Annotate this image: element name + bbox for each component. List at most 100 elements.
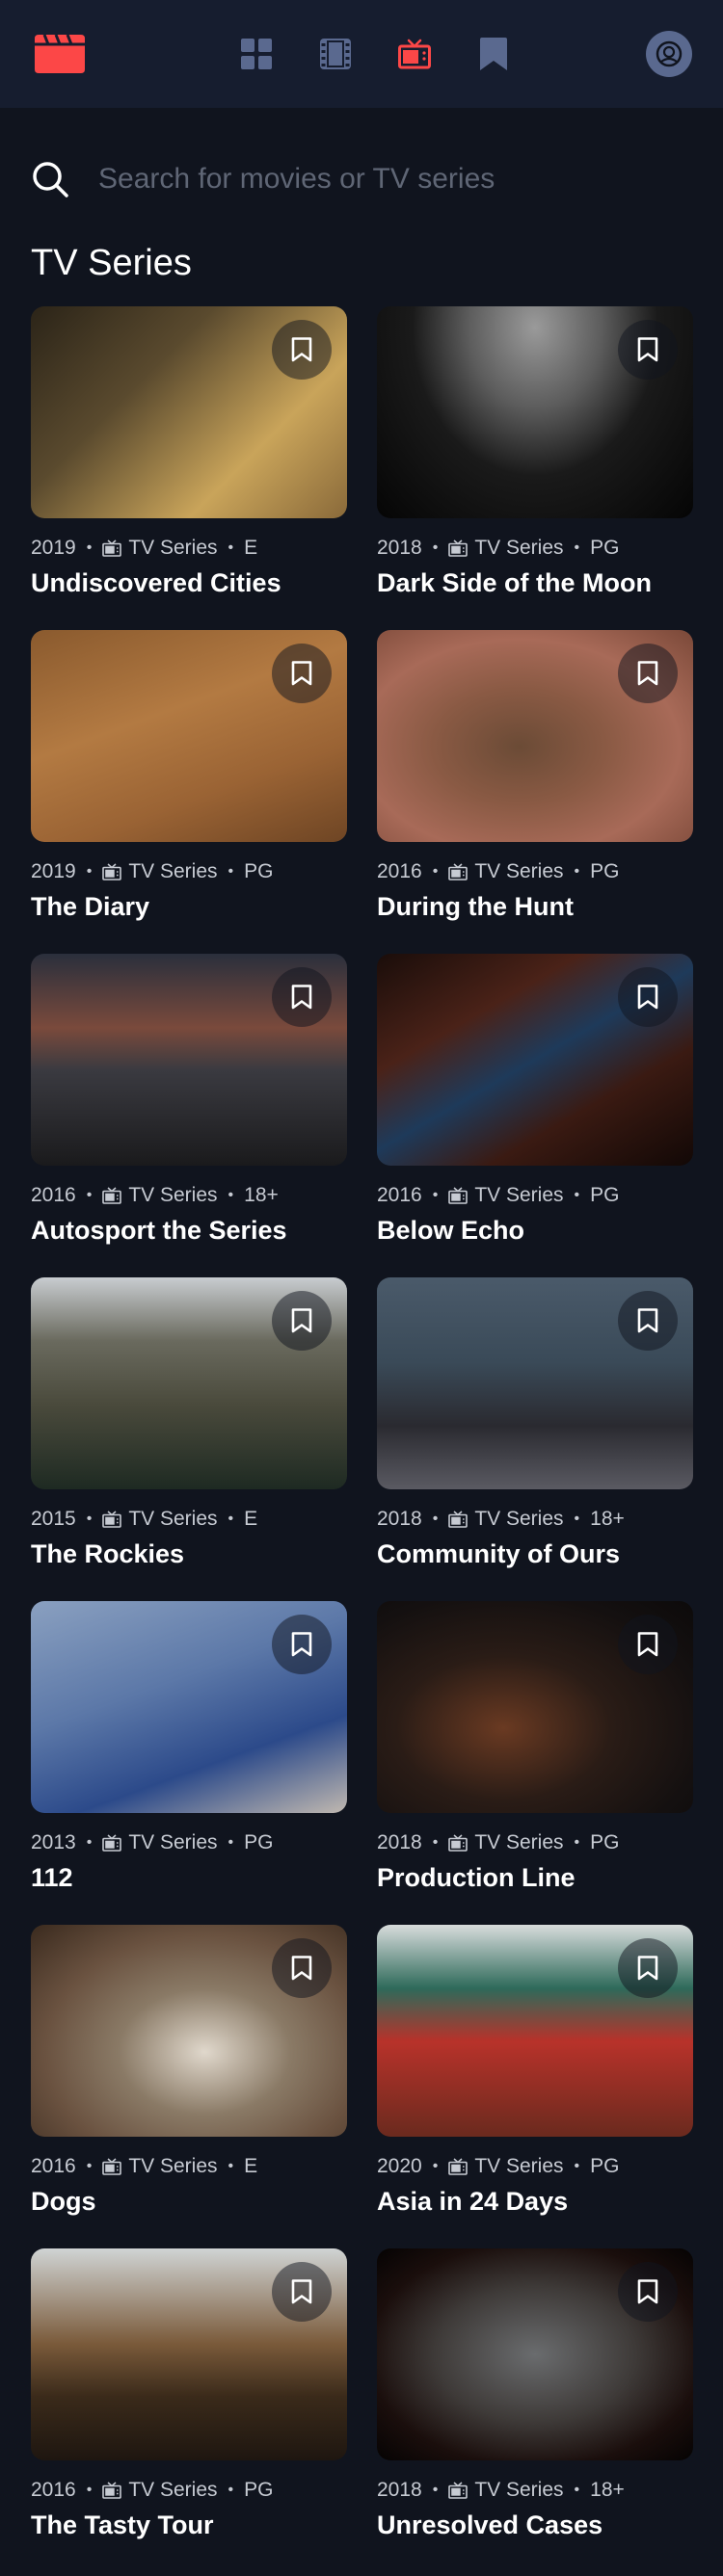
tv-category-icon	[448, 2482, 469, 2499]
bookmark-button[interactable]	[272, 644, 332, 703]
media-thumbnail[interactable]	[377, 630, 693, 842]
nav-tv-series[interactable]	[398, 38, 431, 70]
media-title[interactable]: Community of Ours	[377, 1539, 693, 1569]
bookmark-outline-icon	[291, 337, 312, 362]
media-title[interactable]: Production Line	[377, 1863, 693, 1893]
media-title[interactable]: Asia in 24 Days	[377, 2187, 693, 2217]
media-card: 2018 • TV Series • PG Dark Side of the M…	[377, 306, 693, 630]
media-title[interactable]: Dogs	[31, 2187, 347, 2217]
tv-category-icon	[102, 863, 122, 881]
tv-series-grid: 2019 • TV Series • E Undiscovered Cities	[0, 306, 723, 2572]
media-rating: PG	[244, 2479, 274, 2501]
separator-dot: •	[228, 2482, 234, 2498]
separator-dot: •	[574, 863, 580, 880]
bookmark-button[interactable]	[618, 1938, 678, 1998]
media-meta: 2016 • TV Series • PG	[31, 2478, 347, 2503]
separator-dot: •	[228, 1187, 234, 1203]
media-card: 2016 • TV Series • PG The Tasty Tour	[31, 2248, 347, 2572]
media-thumbnail[interactable]	[31, 1601, 347, 1813]
media-card: 2018 • TV Series • 18+ Community of Ours	[377, 1277, 693, 1601]
media-card: 2015 • TV Series • E The Rockies	[31, 1277, 347, 1601]
media-thumbnail[interactable]	[377, 306, 693, 518]
media-title[interactable]: Below Echo	[377, 1216, 693, 1246]
bookmark-button[interactable]	[272, 1615, 332, 1674]
nav-movies[interactable]	[319, 38, 352, 70]
media-card: 2020 • TV Series • PG Asia in 24 Days	[377, 1925, 693, 2248]
user-avatar-icon	[656, 40, 683, 67]
media-year: 2016	[377, 1184, 422, 1206]
media-meta: 2016 • TV Series • E	[31, 2154, 347, 2179]
media-thumbnail[interactable]	[377, 2248, 693, 2460]
media-title[interactable]: The Rockies	[31, 1539, 347, 1569]
search-icon	[33, 162, 68, 197]
media-title[interactable]: Undiscovered Cities	[31, 568, 347, 598]
separator-dot: •	[432, 863, 439, 880]
media-thumbnail[interactable]	[31, 954, 347, 1166]
media-category: TV Series	[474, 1508, 564, 1530]
media-title[interactable]: The Tasty Tour	[31, 2510, 347, 2540]
media-thumbnail[interactable]	[31, 1925, 347, 2137]
media-rating: PG	[244, 1831, 274, 1853]
media-card: 2018 • TV Series • PG Production Line	[377, 1601, 693, 1925]
bookmark-button[interactable]	[272, 967, 332, 1027]
tv-category-icon	[102, 2482, 122, 2499]
media-thumbnail[interactable]	[377, 1925, 693, 2137]
bookmark-button[interactable]	[618, 1291, 678, 1351]
tv-category-icon	[102, 1511, 122, 1528]
media-thumbnail[interactable]	[377, 1601, 693, 1813]
media-rating: E	[244, 537, 258, 559]
bookmark-outline-icon	[637, 661, 658, 686]
media-meta: 2018 • TV Series • PG	[377, 1830, 693, 1855]
media-title[interactable]: The Diary	[31, 892, 347, 922]
media-rating: PG	[590, 1831, 620, 1853]
tv-category-icon	[102, 539, 122, 557]
bookmark-button[interactable]	[618, 644, 678, 703]
bookmark-outline-icon	[291, 1308, 312, 1333]
media-title[interactable]: Unresolved Cases	[377, 2510, 693, 2540]
bookmark-button[interactable]	[618, 1615, 678, 1674]
media-category: TV Series	[474, 1184, 564, 1206]
top-navigation-bar	[0, 0, 723, 108]
media-title[interactable]: Dark Side of the Moon	[377, 568, 693, 598]
user-avatar[interactable]	[646, 31, 692, 77]
tv-category-icon	[102, 1187, 122, 1204]
separator-dot: •	[228, 1511, 234, 1527]
film-icon	[320, 39, 351, 69]
media-year: 2015	[31, 1508, 76, 1530]
media-thumbnail[interactable]	[31, 630, 347, 842]
media-thumbnail[interactable]	[31, 306, 347, 518]
bookmark-button[interactable]	[618, 2262, 678, 2322]
media-rating: E	[244, 2155, 258, 2177]
media-thumbnail[interactable]	[377, 1277, 693, 1489]
separator-dot: •	[432, 1511, 439, 1527]
separator-dot: •	[86, 1834, 93, 1851]
bookmark-outline-icon	[291, 985, 312, 1010]
separator-dot: •	[574, 2158, 580, 2174]
separator-dot: •	[432, 2482, 439, 2498]
bookmark-button[interactable]	[618, 320, 678, 380]
media-category: TV Series	[128, 537, 218, 559]
media-title[interactable]: Autosport the Series	[31, 1216, 347, 1246]
media-title[interactable]: 112	[31, 1863, 347, 1893]
bookmark-button[interactable]	[272, 1938, 332, 1998]
movie-clapperboard-icon[interactable]	[35, 35, 85, 73]
media-category: TV Series	[128, 1831, 218, 1853]
media-category: TV Series	[128, 1184, 218, 1206]
bookmark-icon	[480, 38, 507, 70]
media-category: TV Series	[128, 1508, 218, 1530]
bookmark-button[interactable]	[272, 320, 332, 380]
search-input[interactable]	[98, 163, 692, 196]
bookmark-button[interactable]	[272, 1291, 332, 1351]
bookmark-button[interactable]	[272, 2262, 332, 2322]
media-thumbnail[interactable]	[377, 954, 693, 1166]
search-bar	[0, 145, 723, 214]
bookmark-button[interactable]	[618, 967, 678, 1027]
separator-dot: •	[574, 1187, 580, 1203]
nav-bookmarked[interactable]	[477, 38, 510, 70]
media-thumbnail[interactable]	[31, 1277, 347, 1489]
nav-home[interactable]	[240, 38, 273, 70]
media-title[interactable]: During the Hunt	[377, 892, 693, 922]
media-card: 2016 • TV Series • E Dogs	[31, 1925, 347, 2248]
section-title: TV Series	[31, 243, 192, 283]
media-thumbnail[interactable]	[31, 2248, 347, 2460]
